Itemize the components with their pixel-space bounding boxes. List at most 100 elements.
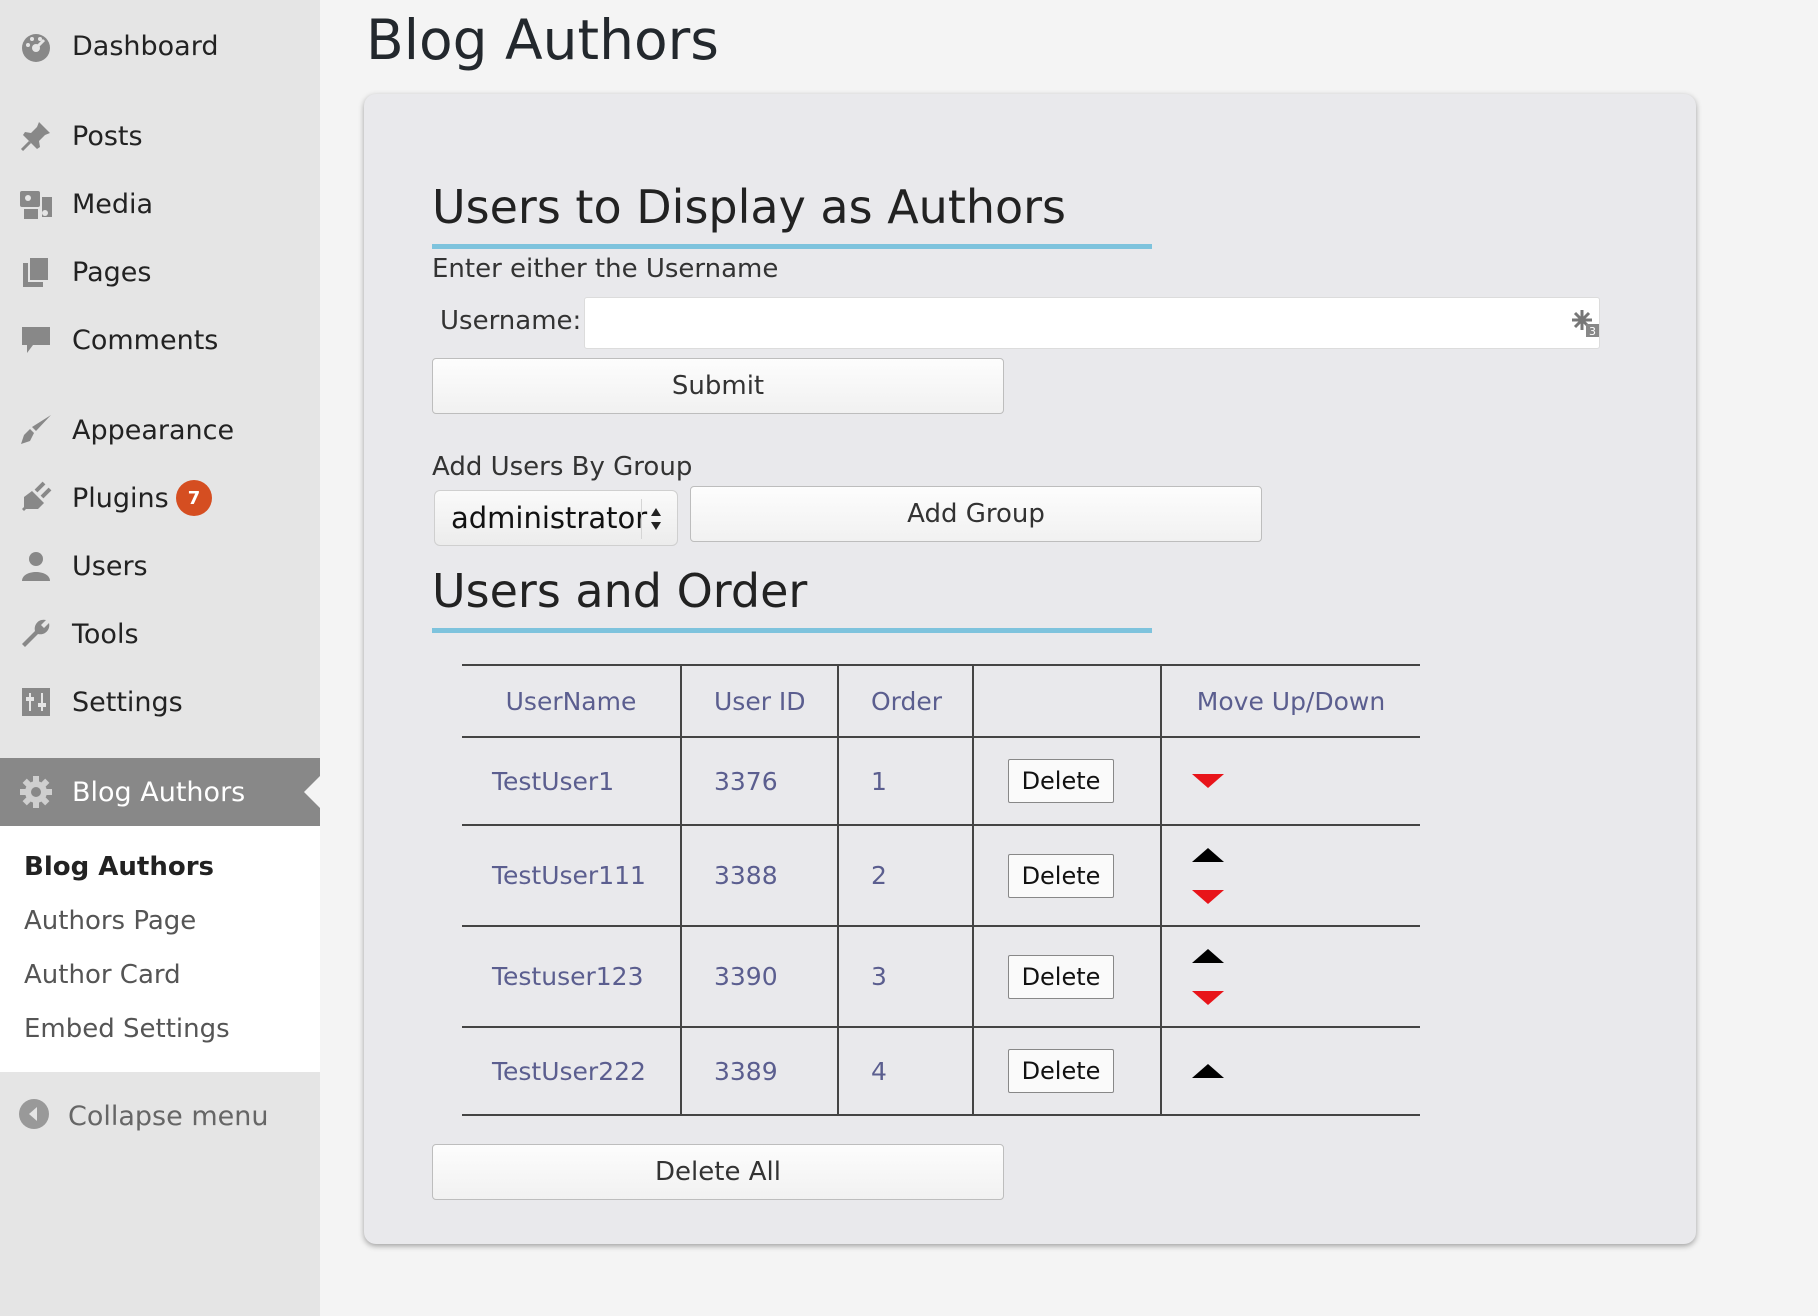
menu-label-users: Users: [72, 550, 148, 582]
authors-table: UserName User ID Order Move Up/Down Test…: [462, 664, 1420, 1116]
table-header-row: UserName User ID Order Move Up/Down: [462, 664, 1420, 738]
sliders-icon: [17, 683, 55, 721]
gear-icon: [17, 773, 55, 811]
menu-item-appearance[interactable]: Appearance: [0, 400, 320, 460]
delete-button[interactable]: Delete: [1008, 853, 1114, 898]
collapse-menu[interactable]: Collapse menu: [0, 1086, 320, 1146]
select-updown-icon: [641, 499, 669, 539]
menu-label-posts: Posts: [72, 120, 143, 152]
menu-item-users[interactable]: Users: [0, 536, 320, 596]
active-menu-pointer: [304, 776, 320, 808]
menu-item-settings[interactable]: Settings: [0, 672, 320, 732]
cell-username: TestUser222: [462, 1027, 681, 1116]
move-down-arrow-icon[interactable]: [1192, 990, 1224, 1005]
menu-label-media: Media: [72, 188, 154, 220]
cell-move: [1160, 1027, 1420, 1116]
cell-move: [1160, 926, 1420, 1028]
dashboard-icon: [17, 27, 55, 65]
cell-user-id: 3388: [680, 825, 838, 927]
header-actions: [972, 664, 1161, 738]
cell-username: Testuser123: [462, 926, 681, 1028]
menu-item-posts[interactable]: Posts: [0, 106, 320, 166]
username-hint: Enter either the Username: [432, 254, 779, 284]
cell-order: 3: [837, 926, 973, 1028]
menu-item-pages[interactable]: Pages: [0, 242, 320, 302]
section-divider: [432, 244, 1152, 249]
cell-user-id: 3376: [680, 737, 838, 826]
menu-item-dashboard[interactable]: Dashboard: [0, 16, 320, 76]
cell-move: [1160, 737, 1420, 826]
submenu-item-author-card[interactable]: Author Card: [24, 960, 181, 990]
wrench-icon: [17, 615, 55, 653]
cell-user-id: 3390: [680, 926, 838, 1028]
table-row: TestUser1 3376 1 Delete: [462, 737, 1420, 826]
submit-button[interactable]: Submit: [432, 358, 1004, 414]
menu-item-plugins[interactable]: Plugins 7: [0, 468, 320, 528]
section-divider: [432, 628, 1152, 633]
move-down-arrow-icon[interactable]: [1192, 774, 1224, 788]
menu-label-tools: Tools: [72, 618, 139, 650]
cell-user-id: 3389: [680, 1027, 838, 1116]
username-label: Username:: [440, 306, 582, 336]
delete-button[interactable]: Delete: [1008, 954, 1114, 999]
header-move: Move Up/Down: [1160, 664, 1420, 738]
admin-sidebar: Dashboard Posts Media Pages Comments App…: [0, 0, 320, 1316]
group-select[interactable]: administrator: [434, 490, 678, 546]
collapse-menu-label: Collapse menu: [68, 1100, 269, 1132]
cell-move: [1160, 825, 1420, 927]
pages-icon: [17, 253, 55, 291]
menu-label-appearance: Appearance: [72, 414, 235, 446]
submenu-item-embed-settings[interactable]: Embed Settings: [24, 1014, 230, 1044]
delete-all-button[interactable]: Delete All: [432, 1144, 1004, 1200]
cell-order: 1: [837, 737, 973, 826]
menu-label-pages: Pages: [72, 256, 152, 288]
users-order-heading: Users and Order: [432, 564, 808, 618]
page-title: Blog Authors: [366, 8, 719, 72]
submenu-item-authors-page[interactable]: Authors Page: [24, 906, 196, 936]
delete-button[interactable]: Delete: [1008, 759, 1114, 803]
password-manager-icon[interactable]: 3: [1570, 308, 1600, 338]
move-up-arrow-icon[interactable]: [1192, 948, 1224, 963]
media-icon: [17, 185, 55, 223]
delete-button[interactable]: Delete: [1008, 1049, 1114, 1093]
header-user-id: User ID: [680, 664, 838, 738]
plug-icon: [17, 479, 55, 517]
table-row: Testuser123 3390 3 Delete: [462, 926, 1420, 1028]
menu-item-tools[interactable]: Tools: [0, 604, 320, 664]
menu-item-comments[interactable]: Comments: [0, 310, 320, 370]
plugins-update-badge: 7: [176, 480, 212, 516]
blog-authors-submenu: Blog Authors Authors Page Author Card Em…: [0, 826, 320, 1072]
header-username: UserName: [462, 664, 681, 738]
move-down-arrow-icon[interactable]: [1192, 889, 1224, 904]
svg-text:3: 3: [1589, 325, 1596, 338]
header-order: Order: [837, 664, 973, 738]
pin-icon: [17, 117, 55, 155]
menu-label-blog-authors: Blog Authors: [72, 776, 246, 808]
comment-icon: [17, 321, 55, 359]
cell-order: 2: [837, 825, 973, 927]
cell-order: 4: [837, 1027, 973, 1116]
menu-label-settings: Settings: [72, 686, 183, 718]
move-up-arrow-icon[interactable]: [1192, 1064, 1224, 1078]
table-row: TestUser222 3389 4 Delete: [462, 1027, 1420, 1116]
cell-delete: Delete: [972, 825, 1161, 927]
add-group-button[interactable]: Add Group: [690, 486, 1262, 542]
brush-icon: [17, 411, 55, 449]
menu-item-blog-authors[interactable]: Blog Authors: [0, 758, 320, 826]
cell-username: TestUser111: [462, 825, 681, 927]
cell-delete: Delete: [972, 926, 1161, 1028]
user-icon: [17, 547, 55, 585]
cell-delete: Delete: [972, 737, 1161, 826]
users-display-heading: Users to Display as Authors: [432, 180, 1067, 234]
cell-delete: Delete: [972, 1027, 1161, 1116]
cell-username: TestUser1: [462, 737, 681, 826]
submenu-item-blog-authors[interactable]: Blog Authors: [24, 852, 214, 882]
move-up-arrow-icon[interactable]: [1192, 847, 1224, 862]
username-input[interactable]: [584, 297, 1600, 349]
menu-item-media[interactable]: Media: [0, 174, 320, 234]
collapse-arrow-icon: [18, 1098, 50, 1134]
group-label: Add Users By Group: [432, 452, 693, 482]
settings-panel: Users to Display as Authors Enter either…: [364, 94, 1696, 1244]
menu-label-plugins: Plugins: [72, 482, 169, 514]
table-row: TestUser111 3388 2 Delete: [462, 825, 1420, 927]
